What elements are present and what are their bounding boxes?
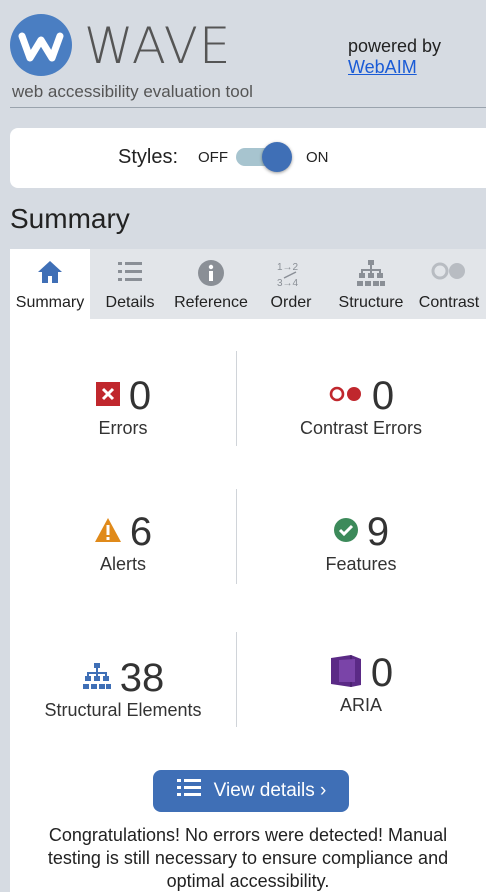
- alerts-count: 6: [129, 510, 153, 554]
- alert-icon: [94, 517, 122, 548]
- info-icon: [197, 259, 225, 292]
- tab-label: Order: [270, 294, 312, 311]
- view-details-label: View details ›: [213, 780, 327, 801]
- summary-panel: 0 Errors 0 Contrast Errors 6 Alerts 9 Fe…: [10, 319, 486, 892]
- feature-icon: [333, 517, 359, 548]
- structural-elements-label: Structural Elements: [44, 700, 202, 720]
- tab-structure[interactable]: Structure: [330, 249, 412, 319]
- structure-icon: [356, 259, 386, 292]
- toggle-on-label: ON: [306, 149, 329, 166]
- aria-icon: [329, 654, 363, 693]
- alerts-label: Alerts: [99, 554, 146, 574]
- wave-logo-icon: [10, 14, 72, 76]
- contrast-errors-stat[interactable]: 0 Contrast Errors: [236, 374, 486, 439]
- powered-by-text: powered by: [348, 36, 442, 56]
- structure-icon: [82, 662, 112, 695]
- tab-label: Summary: [15, 294, 85, 311]
- contrast-error-icon: [328, 384, 364, 409]
- brand-title: WAVE: [84, 17, 232, 75]
- webaim-link[interactable]: WebAIM: [348, 57, 417, 78]
- tagline: web accessibility evaluation tool: [12, 82, 253, 101]
- tab-order[interactable]: 1→2 3→4 Order: [252, 249, 330, 319]
- tab-bar: Summary Details Reference 1→2 3→4 Order: [10, 249, 486, 319]
- errors-stat[interactable]: 0 Errors: [10, 374, 236, 439]
- tab-summary[interactable]: Summary: [10, 249, 90, 319]
- page-title: Summary: [10, 203, 130, 234]
- svg-text:1→2: 1→2: [277, 262, 299, 273]
- order-icon: 1→2 3→4: [276, 259, 306, 294]
- styles-toggle-knob[interactable]: [262, 142, 292, 172]
- tab-details[interactable]: Details: [90, 249, 170, 319]
- error-icon: [95, 381, 121, 412]
- toggle-off-label: OFF: [198, 149, 228, 166]
- tab-label: Details: [105, 294, 155, 311]
- svg-text:3→4: 3→4: [277, 278, 299, 289]
- aria-count: 0: [370, 651, 394, 695]
- view-details-button[interactable]: View details ›: [153, 770, 349, 812]
- tab-label: Contrast: [418, 294, 480, 311]
- tab-contrast[interactable]: Contrast: [412, 249, 486, 319]
- header: WAVE web accessibility evaluation tool p…: [0, 0, 486, 108]
- features-stat[interactable]: 9 Features: [236, 510, 486, 575]
- contrast-errors-count: 0: [371, 374, 395, 418]
- contrast-icon: [431, 259, 467, 288]
- header-divider: [10, 107, 486, 108]
- congrats-message: Congratulations! No errors were detected…: [47, 825, 449, 891]
- tab-label: Structure: [338, 294, 404, 311]
- list-icon: [116, 259, 144, 290]
- features-label: Features: [325, 554, 397, 574]
- structural-elements-stat[interactable]: 38 Structural Elements: [10, 656, 236, 721]
- aria-stat[interactable]: 0 ARIA: [236, 651, 486, 716]
- contrast-errors-label: Contrast Errors: [299, 418, 423, 438]
- home-icon: [36, 259, 64, 290]
- errors-count: 0: [128, 374, 152, 418]
- errors-label: Errors: [98, 418, 148, 438]
- features-count: 9: [366, 510, 390, 554]
- tab-reference[interactable]: Reference: [170, 249, 252, 319]
- tab-label: Reference: [174, 294, 248, 311]
- styles-toggle-panel: Styles: OFF ON: [10, 128, 486, 188]
- styles-label: Styles:: [118, 146, 179, 168]
- structural-elements-count: 38: [119, 656, 165, 700]
- alerts-stat[interactable]: 6 Alerts: [10, 510, 236, 575]
- aria-label: ARIA: [339, 695, 382, 715]
- list-icon: [176, 777, 202, 805]
